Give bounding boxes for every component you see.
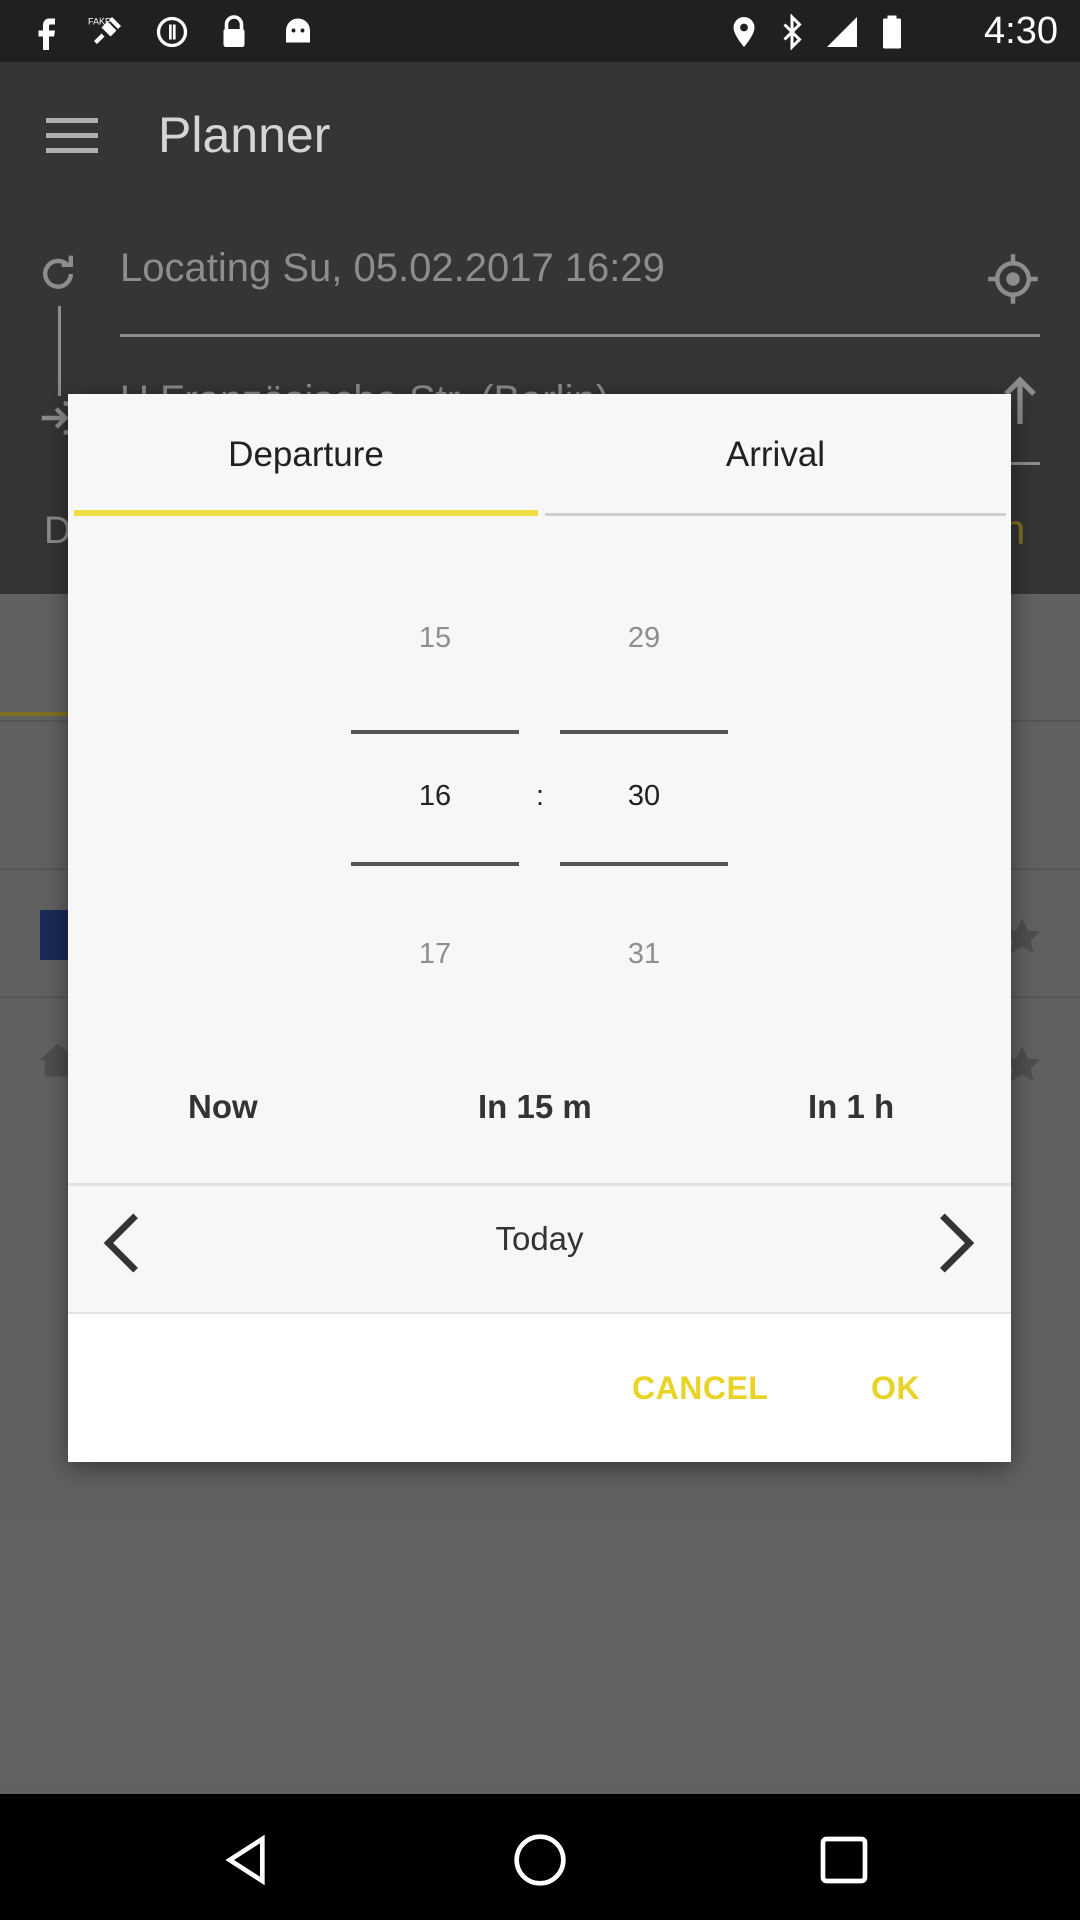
tab-departure[interactable]: Departure (74, 394, 538, 516)
fake-gps-icon: FAKE (88, 17, 121, 44)
status-time: 4:30 (984, 10, 1058, 52)
minute-prev[interactable]: 29 (560, 622, 728, 655)
location-icon (733, 17, 755, 47)
hour-line-bottom (351, 862, 519, 866)
svg-text:FAKE: FAKE (88, 17, 111, 27)
navigation-bar (0, 1794, 1080, 1920)
tab-indicator-inactive (545, 513, 1006, 516)
facebook-icon (38, 18, 55, 50)
time-separator: : (535, 780, 545, 812)
minute-next[interactable]: 31 (560, 938, 728, 971)
home-button-icon[interactable] (512, 1832, 568, 1888)
status-bar: FAKE 4:30 (0, 0, 1080, 62)
minute-line-bottom (560, 862, 728, 866)
minute-line-top (560, 730, 728, 734)
sync-icon (156, 16, 188, 48)
hour-next[interactable]: 17 (351, 938, 519, 971)
hour-line-top (351, 730, 519, 734)
chevron-right-icon[interactable] (926, 1208, 986, 1278)
cancel-button[interactable]: CANCEL (632, 1370, 768, 1407)
tab-arrival[interactable]: Arrival (545, 394, 1006, 516)
time-picker-dialog: Departure Arrival 15 16 17 : 29 30 31 No… (68, 394, 1011, 1462)
now-button[interactable]: Now (188, 1088, 258, 1126)
dialog-divider (68, 1183, 1011, 1186)
hour-selected[interactable]: 16 (351, 780, 519, 813)
battery-icon (883, 15, 901, 49)
signal-icon (827, 17, 857, 47)
recents-icon[interactable] (816, 1832, 872, 1888)
back-icon[interactable] (218, 1832, 274, 1888)
tab-indicator-active (74, 510, 538, 516)
dialog-footer (68, 1314, 1011, 1462)
android-icon (286, 18, 310, 43)
minute-selected[interactable]: 30 (560, 780, 728, 813)
ok-button[interactable]: OK (871, 1370, 920, 1407)
lock-icon (223, 15, 245, 47)
in-1-hour-button[interactable]: In 1 h (808, 1088, 894, 1126)
in-15-minutes-button[interactable]: In 15 m (478, 1088, 592, 1126)
bluetooth-icon (783, 14, 802, 50)
hour-prev[interactable]: 15 (351, 622, 519, 655)
day-label: Today (495, 1220, 584, 1257)
